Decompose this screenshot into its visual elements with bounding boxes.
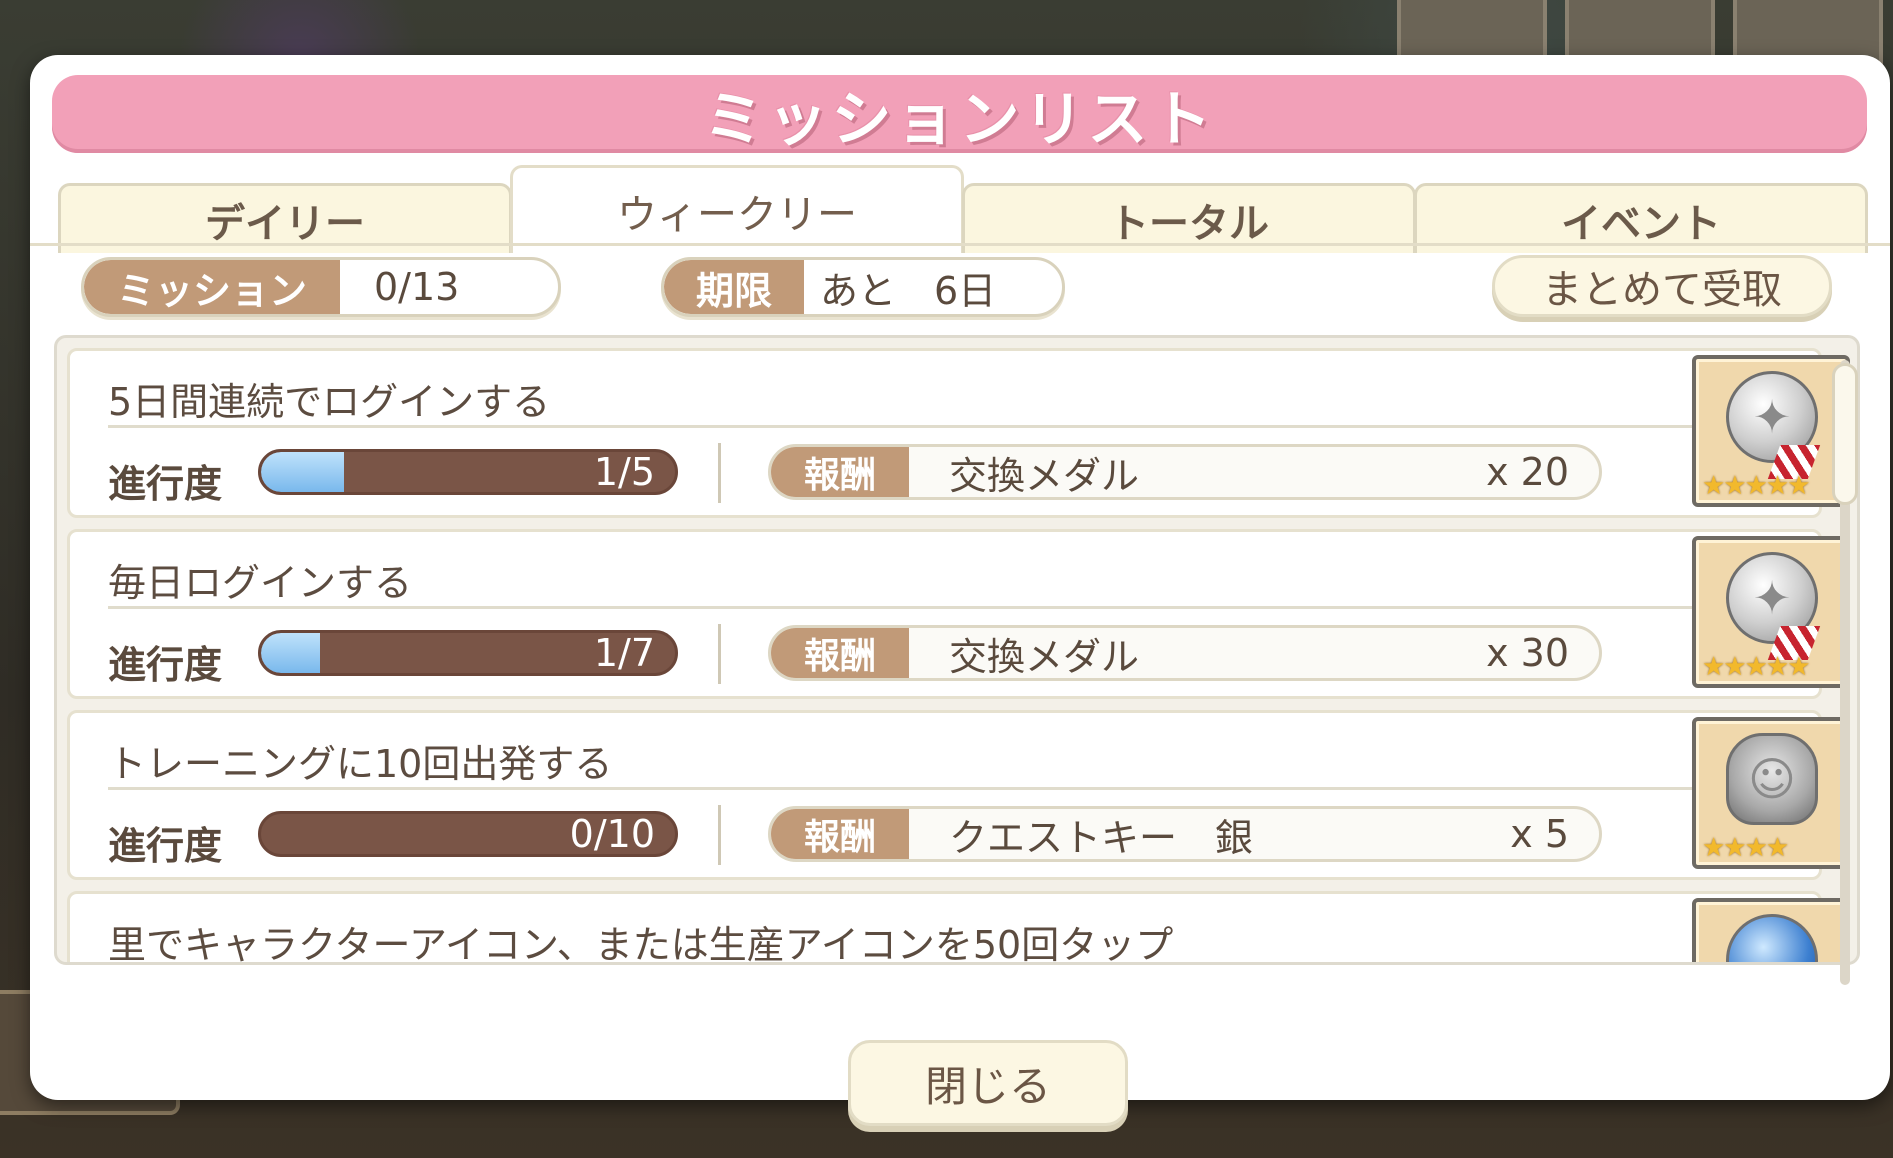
- title-bar: ミッションリスト: [52, 75, 1867, 155]
- progress-text: 1/5: [593, 450, 655, 494]
- mission-title: 5日間連続でログインする: [108, 380, 551, 424]
- reward-name: 交換メダル: [949, 453, 1140, 498]
- reward-label: 報酬: [771, 628, 909, 678]
- mission-title: 毎日ログインする: [108, 561, 413, 605]
- mission-title: 里でキャラクターアイコン、または生産アイコンを50回タップ: [108, 923, 1174, 965]
- reward-label: 報酬: [771, 809, 909, 859]
- progress-bar: 0/10: [258, 811, 678, 857]
- reward-quantity: x 20: [1486, 450, 1569, 494]
- progress-label: 進行度: [108, 824, 223, 868]
- mission-row: 毎日ログインする 進行度 1/7 報酬 交換メダル x 30 ✦ ★★★★★: [67, 529, 1850, 699]
- mission-list: 5日間連続でログインする 進行度 1/5 報酬 交換メダル x 20 ✦ ★★★…: [54, 335, 1860, 965]
- row-rule: [108, 787, 1708, 790]
- deadline-pill: 期限 あと 6日: [661, 257, 1065, 317]
- close-button[interactable]: 閉じる: [848, 1040, 1128, 1126]
- tab-weekly[interactable]: ウィークリー: [510, 165, 964, 253]
- reward-quantity: x 30: [1486, 631, 1569, 675]
- mission-count-label: ミッション: [84, 260, 340, 314]
- reward-item-icon[interactable]: ✦ ★★★★★: [1692, 536, 1850, 688]
- rarity-stars: ★★★★★: [1702, 652, 1811, 682]
- mission-list-modal: ミッションリスト デイリー ウィークリー トータル イベント ミッション 0/1…: [30, 55, 1890, 1126]
- row-divider: [718, 443, 721, 503]
- reward-pill: 報酬 交換メダル x 30: [768, 625, 1602, 681]
- reward-item-icon[interactable]: ☺ ★★★★: [1692, 717, 1850, 869]
- claim-all-button[interactable]: まとめて受取: [1492, 255, 1832, 317]
- mission-row: 里でキャラクターアイコン、または生産アイコンを50回タップ: [67, 891, 1850, 965]
- rarity-stars: ★★★★: [1702, 833, 1789, 863]
- deadline-label: 期限: [664, 260, 804, 314]
- progress-bar: 1/7: [258, 630, 678, 676]
- row-divider: [718, 624, 721, 684]
- reward-pill: 報酬 交換メダル x 20: [768, 444, 1602, 500]
- scrollbar-thumb[interactable]: [1832, 363, 1858, 505]
- reward-label: 報酬: [771, 447, 909, 497]
- modal-title: ミッションリスト: [703, 84, 1216, 155]
- progress-fill: [261, 452, 344, 492]
- reward-pill: 報酬 クエストキー 銀 x 5: [768, 806, 1602, 862]
- progress-label: 進行度: [108, 643, 223, 687]
- blue-orb-icon: [1726, 914, 1818, 962]
- row-rule: [108, 425, 1708, 428]
- mission-count-value: 0/13: [374, 265, 460, 309]
- reward-quantity: x 5: [1510, 812, 1569, 856]
- progress-bar: 1/5: [258, 449, 678, 495]
- progress-text: 1/7: [593, 631, 655, 675]
- mission-tabs: デイリー ウィークリー トータル イベント: [58, 163, 1868, 253]
- tabs-divider: [30, 243, 1890, 246]
- rarity-stars: ★★★★★: [1702, 471, 1811, 501]
- reward-name: 交換メダル: [949, 634, 1140, 679]
- reward-item-icon[interactable]: ✦ ★★★★★: [1692, 355, 1850, 507]
- progress-text: 0/10: [569, 812, 655, 856]
- mission-title: トレーニングに10回出発する: [108, 742, 613, 786]
- mission-row: 5日間連続でログインする 進行度 1/5 報酬 交換メダル x 20 ✦ ★★★…: [67, 348, 1850, 518]
- mission-count-pill: ミッション 0/13: [81, 257, 561, 317]
- reward-name: クエストキー 銀: [949, 815, 1254, 860]
- mission-row: トレーニングに10回出発する 進行度 0/10 報酬 クエストキー 銀 x 5 …: [67, 710, 1850, 880]
- progress-fill: [261, 633, 321, 673]
- silver-quest-key-icon: ☺: [1726, 733, 1818, 825]
- row-divider: [718, 805, 721, 865]
- progress-label: 進行度: [108, 462, 223, 506]
- reward-item-icon[interactable]: [1692, 898, 1850, 962]
- deadline-value: あと 6日: [820, 268, 997, 313]
- row-rule: [108, 606, 1708, 609]
